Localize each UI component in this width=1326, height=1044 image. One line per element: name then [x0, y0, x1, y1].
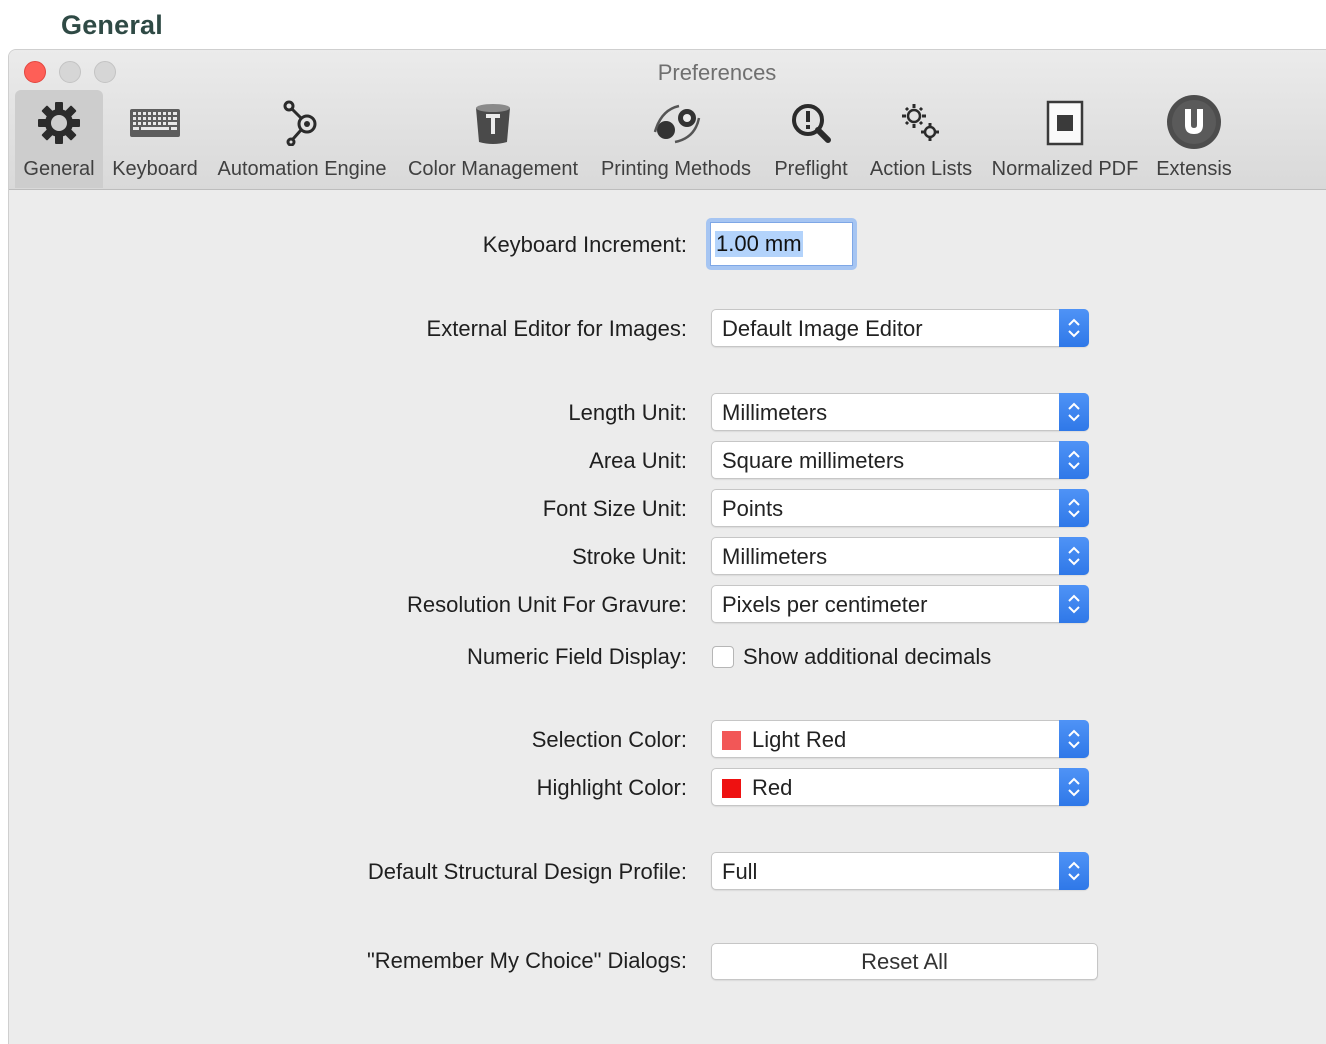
keyboard-increment-label: Keyboard Increment:	[482, 232, 687, 257]
popup-chevron-icon	[1059, 393, 1089, 431]
highlight-color-popup[interactable]: Red	[711, 768, 1089, 806]
area-unit-value: Square millimeters	[722, 448, 905, 473]
font-size-unit-label: Font Size Unit:	[542, 496, 687, 521]
stroke-unit-value: Millimeters	[722, 544, 828, 569]
popup-chevron-icon	[1059, 537, 1089, 575]
length-unit-popup[interactable]: Millimeters	[711, 393, 1089, 431]
stroke-unit-popup[interactable]: Millimeters	[711, 537, 1089, 575]
popup-chevron-icon	[1059, 768, 1089, 806]
popup-chevron-icon	[1059, 441, 1089, 479]
light-red-swatch	[722, 731, 741, 750]
show-additional-decimals-checkbox[interactable]	[712, 646, 734, 668]
structural-profile-label: Default Structural Design Profile:	[367, 859, 687, 884]
area-unit-popup[interactable]: Square millimeters	[711, 441, 1089, 479]
reset-all-button[interactable]: Reset All	[711, 943, 1098, 980]
area-unit-label: Area Unit:	[589, 448, 687, 473]
length-unit-label: Length Unit:	[568, 400, 687, 425]
show-additional-decimals-label[interactable]: Show additional decimals	[743, 644, 991, 670]
popup-chevron-icon	[1059, 852, 1089, 890]
popup-chevron-icon	[1059, 585, 1089, 623]
numeric-field-display-label: Numeric Field Display:	[466, 644, 687, 669]
popup-chevron-icon	[1059, 720, 1089, 758]
structural-profile-value: Full	[722, 859, 758, 884]
red-swatch	[722, 779, 741, 798]
general-preferences-pane: Keyboard Increment: 1.00 mm External Edi…	[9, 50, 1326, 1044]
length-unit-value: Millimeters	[722, 400, 828, 425]
external-editor-label: External Editor for Images:	[426, 316, 687, 341]
remember-choice-label: "Remember My Choice" Dialogs:	[366, 948, 687, 973]
stroke-unit-label: Stroke Unit:	[572, 544, 687, 569]
font-size-unit-value: Points	[722, 496, 784, 521]
popup-chevron-icon	[1059, 309, 1089, 347]
selection-color-popup[interactable]: Light Red	[711, 720, 1089, 758]
page-heading: General	[61, 10, 163, 40]
keyboard-increment-value: 1.00 mm	[715, 231, 803, 257]
selection-color-label: Selection Color:	[531, 727, 687, 752]
selection-color-value: Light Red	[752, 727, 847, 752]
highlight-color-value: Red	[752, 775, 793, 800]
preferences-window: Preferences General Keyboard Automation …	[8, 49, 1326, 1044]
highlight-color-label: Highlight Color:	[536, 775, 687, 800]
resolution-unit-label: Resolution Unit For Gravure:	[407, 592, 687, 617]
structural-profile-popup[interactable]: Full	[711, 852, 1089, 890]
font-size-unit-popup[interactable]: Points	[711, 489, 1089, 527]
resolution-unit-popup[interactable]: Pixels per centimeter	[711, 585, 1089, 623]
external-editor-popup[interactable]: Default Image Editor	[711, 309, 1089, 347]
resolution-unit-value: Pixels per centimeter	[722, 592, 928, 617]
external-editor-value: Default Image Editor	[722, 316, 923, 341]
popup-chevron-icon	[1059, 489, 1089, 527]
keyboard-increment-field[interactable]: 1.00 mm	[706, 218, 857, 270]
